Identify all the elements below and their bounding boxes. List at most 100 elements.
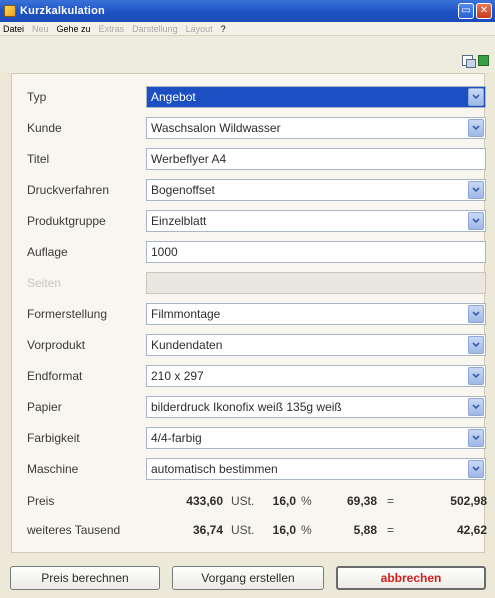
- papier-value: bilderdruck Ikonofix weiß 135g weiß: [151, 400, 342, 414]
- auflage-value: 1000: [151, 245, 178, 259]
- menu-darstellung[interactable]: Darstellung: [132, 24, 178, 34]
- tausend-equals: =: [387, 523, 395, 537]
- preis-net: 433,60: [186, 494, 223, 508]
- maschine-value: automatisch bestimmen: [151, 462, 278, 476]
- row-formerstellung: Formerstellung Filmmontage: [11, 303, 486, 327]
- menu-extras[interactable]: Extras: [99, 24, 125, 34]
- tausend-ust-label: USt.: [231, 523, 255, 537]
- titel-label: Titel: [27, 152, 50, 166]
- tausend-gross: 42,62: [456, 523, 487, 537]
- copy-icon[interactable]: [462, 55, 476, 68]
- vorprodukt-select[interactable]: Kundendaten: [146, 334, 486, 356]
- tausend-row: weiteres Tausend 36,74 USt. 16,0 % 5,88 …: [11, 521, 487, 541]
- row-seiten: Seiten: [11, 272, 486, 296]
- titel-value: Werbeflyer A4: [151, 152, 227, 166]
- row-kunde: Kunde Waschsalon Wildwasser: [11, 117, 486, 141]
- preis-equals: =: [387, 494, 395, 508]
- chevron-down-icon[interactable]: [468, 88, 484, 106]
- calculation-window: Kurzkalkulation ▭ ✕ Datei Neu Gehe zu Ex…: [0, 0, 495, 598]
- typ-label: Typ: [27, 90, 47, 104]
- endformat-select[interactable]: 210 x 297: [146, 365, 486, 387]
- row-produktgruppe: Produktgruppe Einzelblatt: [11, 210, 486, 234]
- endformat-value: 210 x 297: [151, 369, 204, 383]
- produktgruppe-select[interactable]: Einzelblatt: [146, 210, 486, 232]
- maschine-select[interactable]: automatisch bestimmen: [146, 458, 486, 480]
- row-titel: Titel Werbeflyer A4: [11, 148, 486, 172]
- chevron-down-icon[interactable]: [468, 429, 484, 447]
- farbigkeit-label: Farbigkeit: [27, 431, 80, 445]
- endformat-label: Endformat: [27, 369, 83, 383]
- row-auflage: Auflage 1000: [11, 241, 486, 265]
- produktgruppe-label: Produktgruppe: [27, 214, 106, 228]
- chevron-down-icon[interactable]: [468, 212, 484, 230]
- tausend-label: weiteres Tausend: [27, 523, 121, 537]
- tausend-net: 36,74: [192, 523, 223, 537]
- chevron-down-icon[interactable]: [468, 305, 484, 323]
- chevron-down-icon[interactable]: [468, 367, 484, 385]
- row-typ: Typ Angebot: [11, 86, 486, 110]
- chevron-down-icon[interactable]: [468, 119, 484, 137]
- tausend-rate: 16,0: [272, 523, 296, 537]
- vorprodukt-label: Vorprodukt: [27, 338, 86, 352]
- farbigkeit-select[interactable]: 4/4-farbig: [146, 427, 486, 449]
- kunde-value: Waschsalon Wildwasser: [151, 121, 281, 135]
- typ-value: Angebot: [151, 90, 196, 104]
- tausend-percent: %: [301, 523, 312, 537]
- menu-gehe-zu[interactable]: Gehe zu: [57, 24, 91, 34]
- window-controls: ▭ ✕: [458, 3, 492, 19]
- formerstellung-label: Formerstellung: [27, 307, 108, 321]
- app-icon: [4, 5, 16, 17]
- cancel-button[interactable]: abbrechen: [336, 566, 486, 590]
- druckverfahren-select[interactable]: Bogenoffset: [146, 179, 486, 201]
- create-order-button[interactable]: Vorgang erstellen: [172, 566, 324, 590]
- druckverfahren-label: Druckverfahren: [27, 183, 110, 197]
- preis-tax: 69,38: [346, 494, 377, 508]
- auflage-input[interactable]: 1000: [146, 241, 486, 263]
- seiten-label: Seiten: [27, 276, 62, 290]
- price-row: Preis 433,60 USt. 16,0 % 69,38 = 502,98: [11, 492, 487, 512]
- formerstellung-select[interactable]: Filmmontage: [146, 303, 486, 325]
- maschine-label: Maschine: [27, 462, 79, 476]
- titel-input[interactable]: Werbeflyer A4: [146, 148, 486, 170]
- preis-label: Preis: [27, 494, 55, 508]
- formerstellung-value: Filmmontage: [151, 307, 221, 321]
- preis-rate: 16,0: [272, 494, 296, 508]
- vorprodukt-value: Kundendaten: [151, 338, 223, 352]
- menu-datei[interactable]: Datei: [3, 24, 24, 34]
- chevron-down-icon[interactable]: [468, 460, 484, 478]
- chevron-down-icon[interactable]: [468, 336, 484, 354]
- menu-bar: Datei Neu Gehe zu Extras Darstellung Lay…: [0, 22, 495, 36]
- chevron-down-icon[interactable]: [468, 181, 484, 199]
- auflage-label: Auflage: [27, 245, 68, 259]
- preis-percent: %: [301, 494, 312, 508]
- window-title: Kurzkalkulation: [20, 5, 105, 17]
- papier-select[interactable]: bilderdruck Ikonofix weiß 135g weiß: [146, 396, 486, 418]
- row-vorprodukt: Vorprodukt Kundendaten: [11, 334, 486, 358]
- seiten-input: [146, 272, 486, 294]
- close-button[interactable]: ✕: [476, 3, 492, 19]
- papier-label: Papier: [27, 400, 62, 414]
- chevron-down-icon[interactable]: [468, 398, 484, 416]
- toolbar: [0, 37, 495, 73]
- row-druckverfahren: Druckverfahren Bogenoffset: [11, 179, 486, 203]
- druckverfahren-value: Bogenoffset: [151, 183, 215, 197]
- export-icon[interactable]: [478, 55, 489, 66]
- row-maschine: Maschine automatisch bestimmen: [11, 458, 486, 482]
- preis-gross: 502,98: [450, 494, 487, 508]
- tausend-tax: 5,88: [353, 523, 377, 537]
- preis-ust-label: USt.: [231, 494, 255, 508]
- calculate-price-button[interactable]: Preis berechnen: [10, 566, 160, 590]
- row-endformat: Endformat 210 x 297: [11, 365, 486, 389]
- farbigkeit-value: 4/4-farbig: [151, 431, 202, 445]
- row-papier: Papier bilderdruck Ikonofix weiß 135g we…: [11, 396, 486, 420]
- title-bar[interactable]: Kurzkalkulation ▭ ✕: [0, 0, 495, 22]
- row-farbigkeit: Farbigkeit 4/4-farbig: [11, 427, 486, 451]
- menu-neu[interactable]: Neu: [32, 24, 49, 34]
- kunde-label: Kunde: [27, 121, 62, 135]
- menu-layout[interactable]: Layout: [186, 24, 213, 34]
- kunde-select[interactable]: Waschsalon Wildwasser: [146, 117, 486, 139]
- maximize-button[interactable]: ▭: [458, 3, 474, 19]
- produktgruppe-value: Einzelblatt: [151, 214, 207, 228]
- menu-help[interactable]: ?: [221, 24, 226, 34]
- typ-select[interactable]: Angebot: [146, 86, 486, 108]
